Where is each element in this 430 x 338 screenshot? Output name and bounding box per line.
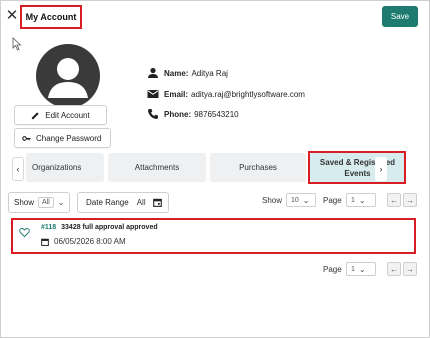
page-size-value: 10 (291, 196, 299, 204)
date-range-filter[interactable]: Date Range All (77, 192, 169, 213)
item-date-row: 06/05/2026 8:00 AM (41, 237, 126, 246)
footer-page-select[interactable]: 1 ⌄ (346, 262, 376, 276)
date-range-value: All (136, 198, 146, 207)
pencil-icon (32, 111, 39, 119)
phone-row: Phone: 9876543210 (147, 108, 239, 120)
change-password-button[interactable]: Change Password (14, 128, 111, 148)
page-title-box: My Account (20, 5, 82, 29)
page-title: My Account (25, 12, 77, 22)
key-icon (22, 135, 31, 141)
item-title: 33428 full approval approved (61, 224, 158, 231)
prev-page-button[interactable]: ← (387, 193, 401, 207)
tab-purchases[interactable]: Purchases (210, 153, 306, 182)
user-silhouette-icon (48, 58, 88, 98)
footer-page-label: Page (323, 265, 342, 274)
item-id: #118 (41, 224, 57, 231)
page-size-select[interactable]: 10 ⌄ (286, 193, 316, 207)
page-label: Page (323, 196, 342, 205)
show-filter-value: All (38, 197, 54, 208)
footer-next-page-button[interactable]: → (403, 262, 417, 276)
person-icon (148, 67, 158, 78)
avatar (36, 44, 100, 108)
calendar-icon (41, 238, 49, 246)
email-value: aditya.raj@brightlysoftware.com (191, 89, 305, 99)
edit-account-button[interactable]: Edit Account (14, 105, 107, 125)
email-row: Email: aditya.raj@brightlysoftware.com (147, 88, 305, 100)
save-button[interactable]: Save (382, 6, 418, 27)
chevron-down-icon: ⌄ (57, 198, 65, 207)
page-value: 1 (351, 196, 355, 204)
phone-value: 9876543210 (194, 109, 239, 119)
heart-icon[interactable] (19, 227, 30, 238)
date-range-label: Date Range (86, 198, 129, 207)
tab-saved-registered-events[interactable]: Saved & Registered Events (310, 153, 405, 182)
phone-icon (148, 109, 158, 119)
show-filter-label: Show (14, 198, 35, 207)
chevron-down-icon: ⌄ (358, 195, 366, 205)
show-filter-select[interactable]: Show All ⌄ (8, 192, 70, 213)
tab-scroll-left-button[interactable]: ‹ (12, 157, 24, 181)
name-row: Name: Aditya Raj (147, 67, 228, 79)
mail-icon (147, 90, 159, 98)
chevron-down-icon: ⌄ (358, 264, 366, 274)
mouse-cursor-icon (12, 37, 22, 51)
change-password-label: Change Password (36, 133, 102, 143)
chevron-down-icon: ⌄ (302, 195, 310, 205)
tab-scroll-right-button[interactable]: › (375, 157, 387, 181)
phone-label: Phone: (164, 109, 192, 119)
footer-prev-page-button[interactable]: ← (387, 262, 401, 276)
item-title-row[interactable]: #118 33428 full approval approved (41, 224, 158, 231)
footer-page-value: 1 (351, 265, 355, 273)
tab-organizations[interactable]: Organizations (26, 153, 104, 182)
name-value: Aditya Raj (191, 68, 228, 78)
page-select[interactable]: 1 ⌄ (346, 193, 376, 207)
next-page-button[interactable]: → (403, 193, 417, 207)
close-icon[interactable]: ✕ (4, 8, 20, 24)
tab-attachments[interactable]: Attachments (108, 153, 206, 182)
list-item[interactable]: #118 33428 full approval approved 06/05/… (11, 218, 416, 254)
page-size-label: Show (262, 196, 283, 205)
edit-account-label: Edit Account (45, 110, 90, 120)
item-date: 06/05/2026 8:00 AM (54, 237, 126, 246)
calendar-icon (152, 198, 162, 207)
email-label: Email: (164, 89, 189, 99)
name-label: Name: (164, 68, 189, 78)
